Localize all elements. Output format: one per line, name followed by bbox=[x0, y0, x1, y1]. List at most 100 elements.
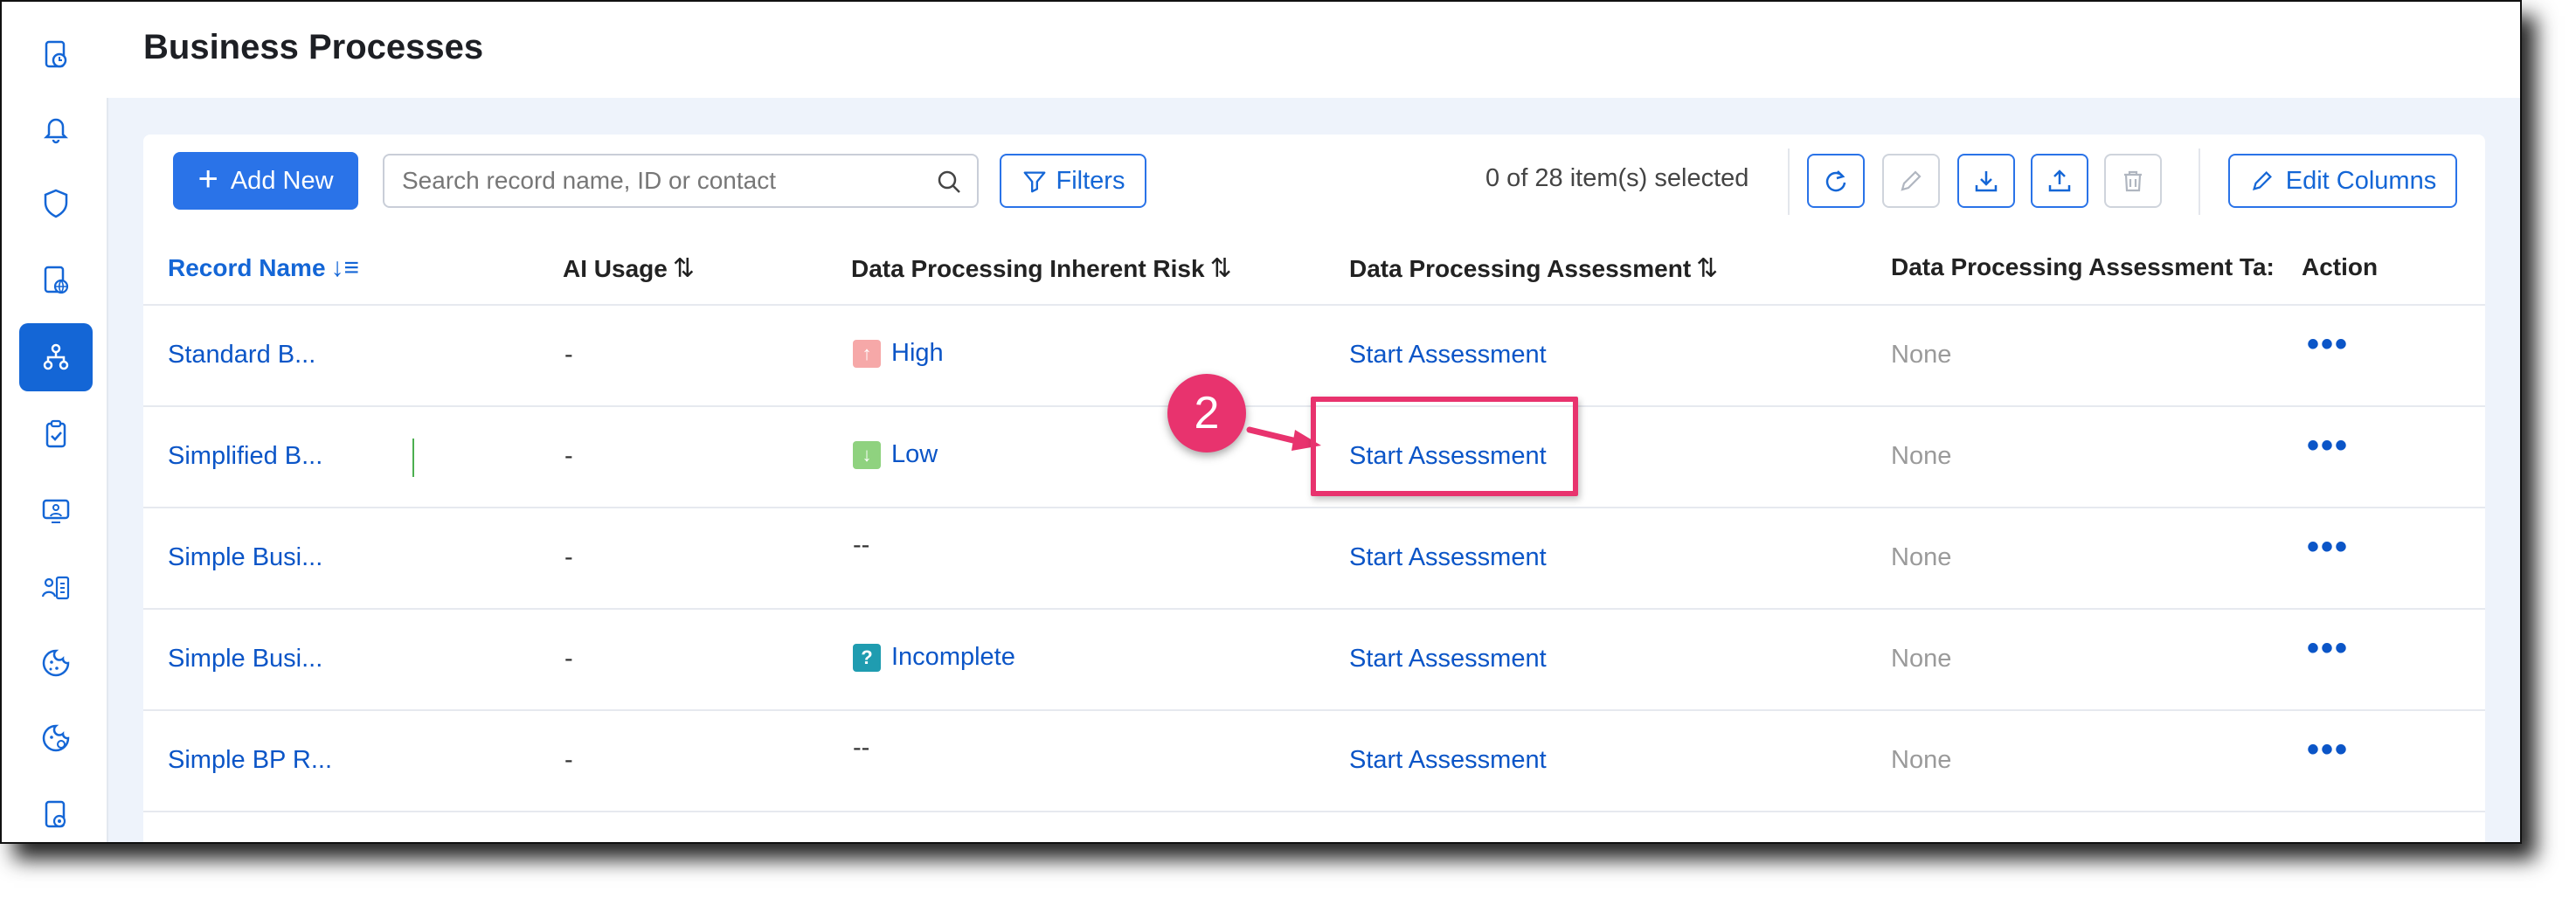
sidebar-item-security[interactable] bbox=[19, 169, 93, 238]
risk-badge: ↑ High bbox=[853, 339, 944, 368]
table-row[interactable]: Simple Busi... - ? Incomplete Start Asse… bbox=[143, 610, 2485, 711]
page-title: Business Processes bbox=[143, 28, 484, 66]
sidebar-item-cookies[interactable] bbox=[19, 629, 93, 697]
clipboard-check-icon bbox=[45, 419, 66, 448]
delete-button[interactable] bbox=[2104, 154, 2162, 208]
column-header-record-name[interactable]: Record Name ↓≡ bbox=[168, 253, 359, 283]
edit-columns-button[interactable]: Edit Columns bbox=[2228, 154, 2457, 208]
filters-button[interactable]: Filters bbox=[1000, 154, 1146, 208]
start-assessment-link[interactable]: Start Assessment bbox=[1349, 746, 1547, 775]
ai-usage-value: - bbox=[564, 746, 573, 774]
assessment-task-value: None bbox=[1891, 341, 1952, 369]
sidebar-item-web-policies[interactable] bbox=[19, 246, 93, 314]
sort-icon: ⇅ bbox=[672, 254, 695, 283]
assessment-task-value: None bbox=[1891, 442, 1952, 470]
add-new-button[interactable]: + Add New bbox=[173, 152, 358, 210]
search-icon[interactable] bbox=[935, 168, 963, 196]
monitor-user-icon bbox=[42, 499, 70, 523]
assessment-task-value: None bbox=[1891, 543, 1952, 571]
page-header: Business Processes bbox=[107, 2, 2520, 98]
search-input[interactable] bbox=[384, 166, 928, 196]
table-row[interactable]: Simple BP R... - -- Start Assessment Non… bbox=[143, 711, 2485, 812]
user-list-icon bbox=[41, 576, 70, 600]
table-row[interactable] bbox=[143, 812, 2485, 842]
sidebar bbox=[2, 2, 108, 842]
sidebar-item-business-processes[interactable] bbox=[19, 323, 93, 391]
step-callout: 2 bbox=[1167, 374, 1246, 452]
refresh-button[interactable] bbox=[1807, 154, 1865, 208]
ai-usage-value: - bbox=[564, 645, 573, 673]
edit-columns-label: Edit Columns bbox=[2285, 166, 2437, 195]
risk-value: -- bbox=[853, 734, 870, 762]
sidebar-item-reports[interactable] bbox=[19, 21, 93, 89]
column-header-assessment-task[interactable]: Data Processing Assessment Ta: bbox=[1891, 253, 2284, 281]
plus-icon: + bbox=[197, 160, 218, 198]
upload-icon bbox=[2048, 169, 2071, 192]
sidebar-item-vendors[interactable] bbox=[19, 477, 93, 545]
sidebar-item-settings[interactable] bbox=[19, 781, 93, 842]
row-actions-button[interactable]: ••• bbox=[2307, 325, 2349, 364]
ai-usage-value: - bbox=[564, 543, 573, 571]
question-mark-icon: ? bbox=[853, 643, 881, 672]
row-actions-button[interactable]: ••• bbox=[2307, 629, 2349, 668]
table-row[interactable]: Simple Busi... - -- Start Assessment Non… bbox=[143, 508, 2485, 610]
ai-usage-value: - bbox=[564, 341, 573, 369]
sidebar-item-notifications[interactable] bbox=[19, 94, 93, 162]
arrow-up-icon: ↑ bbox=[853, 339, 881, 368]
column-header-ai-usage[interactable]: AI Usage ⇅ bbox=[563, 253, 695, 284]
row-actions-button[interactable]: ••• bbox=[2307, 730, 2349, 770]
upload-button[interactable] bbox=[2031, 154, 2088, 208]
cookie-icon bbox=[42, 649, 70, 677]
report-clock-icon bbox=[45, 40, 67, 68]
selected-count: 0 of 28 item(s) selected bbox=[1485, 164, 1749, 192]
sidebar-item-requests[interactable] bbox=[19, 554, 93, 622]
record-name-link[interactable]: Simple BP R... bbox=[168, 746, 332, 775]
start-assessment-link[interactable]: Start Assessment bbox=[1349, 341, 1547, 370]
risk-value: -- bbox=[853, 531, 870, 559]
download-icon bbox=[1975, 171, 1998, 192]
arrow-down-icon: ↓ bbox=[853, 440, 881, 469]
trash-icon bbox=[2124, 170, 2142, 192]
record-name-link[interactable]: Standard B... bbox=[168, 341, 315, 370]
sort-icon: ⇅ bbox=[1696, 254, 1719, 283]
toolbar-divider bbox=[1788, 149, 1790, 215]
pencil-icon bbox=[2252, 171, 2272, 191]
table-header: Record Name ↓≡ AI Usage ⇅ Data Processing … bbox=[143, 231, 2485, 306]
column-header-risk[interactable]: Data Processing Inherent Risk ⇅ bbox=[851, 253, 1232, 284]
records-table: Record Name ↓≡ AI Usage ⇅ Data Processing … bbox=[143, 231, 2485, 842]
sidebar-item-assessments[interactable] bbox=[19, 400, 93, 468]
filter-icon bbox=[1023, 171, 1045, 193]
table-toolbar: + Add New Filters 0 of 28 item(s) select… bbox=[143, 135, 2485, 231]
resize-handle[interactable] bbox=[412, 439, 414, 477]
download-button[interactable] bbox=[1957, 154, 2015, 208]
sidebar-item-cookie-settings[interactable] bbox=[19, 704, 93, 772]
bell-icon bbox=[43, 118, 69, 144]
ai-usage-value: - bbox=[564, 442, 573, 470]
hierarchy-icon bbox=[43, 343, 69, 370]
assessment-task-value: None bbox=[1891, 645, 1952, 673]
edit-button[interactable] bbox=[1882, 154, 1940, 208]
column-header-assessment[interactable]: Data Processing Assessment ⇅ bbox=[1349, 253, 1718, 284]
sort-desc-icon: ↓≡ bbox=[330, 253, 360, 282]
row-actions-button[interactable]: ••• bbox=[2307, 426, 2349, 466]
row-actions-button[interactable]: ••• bbox=[2307, 528, 2349, 567]
cookie-settings-icon bbox=[42, 724, 70, 752]
start-assessment-link[interactable]: Start Assessment bbox=[1349, 645, 1547, 674]
record-name-link[interactable]: Simple Busi... bbox=[168, 543, 322, 572]
table-row[interactable]: Standard B... - ↑ High Start Assessment … bbox=[143, 306, 2485, 407]
record-name-link[interactable]: Simple Busi... bbox=[168, 645, 322, 674]
refresh-icon bbox=[1825, 170, 1846, 192]
record-name-link[interactable]: Simplified B... bbox=[168, 442, 322, 471]
start-assessment-link[interactable]: Start Assessment bbox=[1349, 543, 1547, 572]
filters-label: Filters bbox=[1056, 166, 1125, 195]
document-gear-icon bbox=[45, 800, 66, 828]
column-header-action: Action bbox=[2302, 253, 2379, 280]
assessment-task-value: None bbox=[1891, 746, 1952, 774]
step-highlight-box bbox=[1311, 397, 1578, 496]
pencil-icon bbox=[1901, 170, 1922, 191]
globe-document-icon bbox=[44, 266, 69, 294]
app-window: Business Processes + Add New Filters 0 o… bbox=[0, 0, 2522, 844]
risk-badge: ↓ Low bbox=[853, 440, 938, 469]
risk-badge: ? Incomplete bbox=[853, 643, 1015, 672]
sort-icon: ⇅ bbox=[1209, 254, 1232, 283]
